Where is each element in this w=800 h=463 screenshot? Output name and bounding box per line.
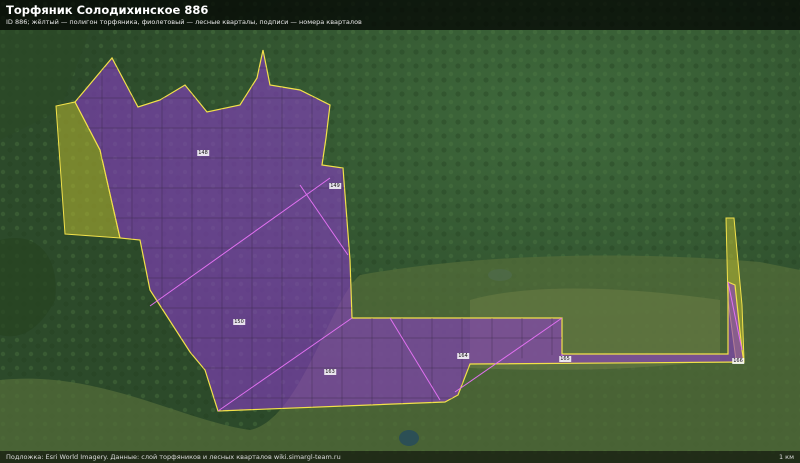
quarter-label: 163: [324, 369, 336, 375]
quarter-label: 165: [559, 356, 571, 362]
pond-small: [488, 269, 512, 281]
map-view[interactable]: 148 149 150 163 164 165 166 Торфяник Сол…: [0, 0, 800, 463]
quarter-label: 148: [197, 150, 209, 156]
lake: [399, 430, 419, 446]
attribution-text: Подложка: Esri World Imagery. Данные: сл…: [6, 453, 341, 461]
quarter-label: 166: [732, 358, 744, 364]
quarter-label: 164: [457, 353, 469, 359]
scale-label: 1 км: [778, 453, 794, 461]
quarter-label: 150: [233, 319, 245, 325]
title-bar: Торфяник Солодихинское 886 ID 886; жёлты…: [0, 0, 800, 30]
quarter-label: 149: [329, 183, 341, 189]
map-title: Торфяник Солодихинское 886: [6, 3, 209, 17]
map-subtitle: ID 886; жёлтый — полигон торфяника, фиол…: [6, 18, 362, 26]
map-canvas[interactable]: [0, 0, 800, 463]
attribution-bar: Подложка: Esri World Imagery. Данные: сл…: [0, 451, 800, 463]
